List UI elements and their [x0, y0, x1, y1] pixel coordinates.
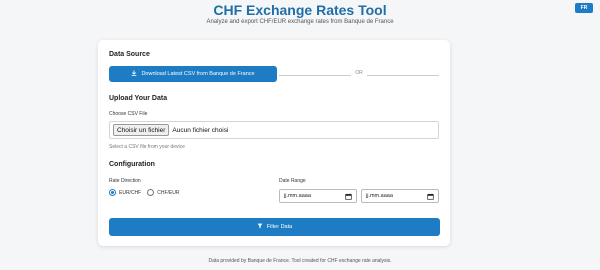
or-text: OR [351, 70, 367, 76]
date-start-text: jj.mm.aaaa [284, 193, 311, 199]
filter-data-button[interactable]: Filter Data [109, 218, 440, 236]
upload-heading: Upload Your Data [109, 95, 168, 102]
main-card: Data Source Download Latest CSV from Ban… [98, 40, 450, 246]
date-end-input[interactable]: jj.mm.aaaa [361, 189, 439, 203]
calendar-icon[interactable] [427, 193, 434, 200]
date-end-text: jj.mm.aaaa [366, 193, 393, 199]
radio-eur-chf-label: EUR/CHF [119, 189, 142, 196]
data-source-heading: Data Source [109, 51, 150, 58]
radio-chf-eur[interactable]: CHF/EUR [147, 189, 179, 196]
rate-direction-group: EUR/CHF CHF/EUR [109, 189, 179, 196]
choose-file-button[interactable]: Choisir un fichier [113, 124, 170, 136]
file-help-text: Select a CSV file from your device [109, 144, 185, 150]
filter-data-label: Filter Data [266, 224, 293, 230]
csv-file-input[interactable]: Choisir un fichier Aucun fichier choisi [109, 121, 439, 139]
download-icon [131, 70, 137, 78]
or-divider: OR [279, 70, 439, 78]
date-range-label: Date Range [279, 178, 306, 184]
date-start-input[interactable]: jj.mm.aaaa [279, 189, 357, 203]
page-title: CHF Exchange Rates Tool [213, 2, 387, 18]
rate-direction-label: Rate Direction [109, 178, 141, 184]
footer-text: Data provided by Banque de France. Tool … [208, 258, 392, 264]
filter-icon [257, 223, 263, 231]
radio-chf-eur-label: CHF/EUR [157, 189, 180, 196]
download-csv-label: Download Latest CSV from Banque de Franc… [141, 71, 255, 77]
file-label: Choose CSV File [109, 111, 148, 117]
configuration-heading: Configuration [109, 161, 155, 168]
radio-chf-eur-circle[interactable] [147, 189, 155, 196]
download-csv-button[interactable]: Download Latest CSV from Banque de Franc… [109, 66, 277, 82]
radio-eur-chf[interactable]: EUR/CHF [109, 189, 141, 196]
calendar-icon[interactable] [345, 193, 352, 200]
page-subtitle: Analyze and export CHF/EUR exchange rate… [206, 19, 394, 25]
file-status-text: Aucun fichier choisi [172, 126, 229, 134]
radio-eur-chf-circle[interactable] [109, 189, 116, 196]
